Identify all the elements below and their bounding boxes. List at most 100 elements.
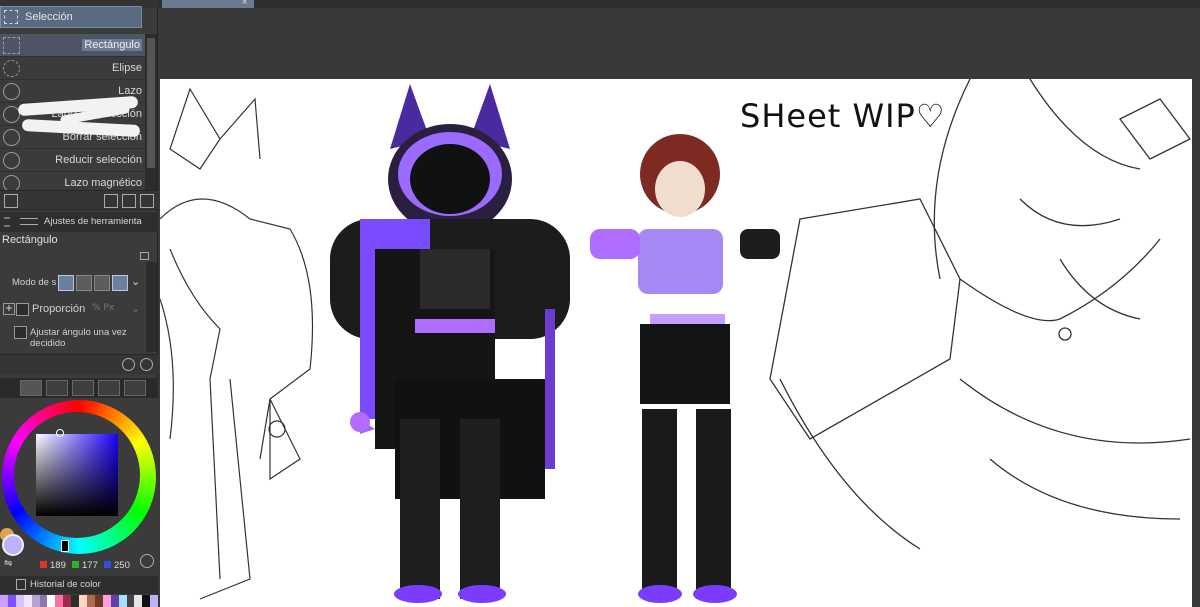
- mode-subtract-selection-button[interactable]: [94, 275, 110, 291]
- subtool-scrollbar[interactable]: [145, 34, 157, 190]
- px-icon: % Px: [92, 303, 115, 313]
- rgb-g-value: 177: [82, 560, 98, 571]
- sv-picker-handle[interactable]: [56, 429, 64, 437]
- selection-mode-label: Modo de s: [12, 277, 57, 288]
- palette-swatch[interactable]: [94, 595, 103, 607]
- rgb-b: 250: [104, 560, 130, 572]
- tool-label: Lazo: [118, 85, 142, 97]
- palette-swatch[interactable]: [31, 595, 40, 607]
- tool-shrink-selection[interactable]: Reducir selección: [0, 149, 145, 172]
- ellipse-selection-icon: [3, 60, 20, 77]
- tool-label: Reducir selección: [55, 154, 142, 166]
- swap-colors-icon[interactable]: ⇋: [4, 558, 12, 569]
- rgb-g: 177: [72, 560, 98, 572]
- proportion-row: + Proporción % Px ⌄: [0, 299, 158, 321]
- rectangle-selection-icon: [3, 37, 20, 54]
- palette-swatch[interactable]: [142, 595, 151, 607]
- main-color-swatch[interactable]: [2, 534, 24, 556]
- color-history-title: Historial de color: [30, 579, 101, 590]
- artwork: [160, 79, 1191, 603]
- trash-icon[interactable]: [140, 194, 154, 208]
- saturation-value-square[interactable]: [36, 434, 118, 516]
- angle-row: Ajustar ángulo una vez decidido: [0, 322, 158, 349]
- palette-swatch[interactable]: [63, 595, 72, 607]
- sheet-title-lettering: SHeet WIP♡: [740, 97, 946, 135]
- angle-label: Ajustar ángulo una vez decidido: [30, 327, 127, 349]
- palette-swatch[interactable]: [71, 595, 80, 607]
- rgb-b-value: 250: [114, 560, 130, 571]
- selection-mode-row: Modo de s ⌄: [0, 272, 158, 294]
- erase-selection-icon: [3, 129, 20, 146]
- right-sketch-figure: [769, 79, 1191, 550]
- proportion-label: Proporción: [32, 303, 86, 315]
- tool-label: Elipse: [112, 62, 142, 74]
- figure-redhead: [590, 134, 780, 603]
- hue-picker-handle[interactable]: [61, 540, 69, 552]
- color-history-header: Historial de color: [0, 576, 158, 594]
- tab-color-wheel[interactable]: [20, 380, 42, 396]
- tool-ellipse[interactable]: Elipse: [0, 57, 145, 80]
- tool-property-footer: [0, 354, 158, 374]
- scrollbar-thumb[interactable]: [147, 38, 155, 168]
- expand-icon[interactable]: +: [3, 303, 15, 315]
- check-icon[interactable]: [4, 194, 18, 208]
- color-wheel-panel: 189 177 250 ⇋: [0, 398, 158, 576]
- palette-swatch[interactable]: [0, 595, 8, 607]
- proportion-checkbox[interactable]: [16, 303, 29, 316]
- subtool-group-selection[interactable]: Selección: [0, 6, 142, 28]
- angle-checkbox[interactable]: [14, 326, 27, 339]
- tool-property-name: Rectángulo: [2, 234, 58, 246]
- tab-intermediate-color[interactable]: [98, 380, 120, 396]
- palette-swatch[interactable]: [7, 595, 16, 607]
- lock-icon[interactable]: [140, 252, 149, 260]
- palette-swatch[interactable]: [15, 595, 24, 607]
- rgb-r-value: 189: [50, 560, 66, 571]
- palette-swatch[interactable]: [150, 595, 159, 607]
- subtool-actions-bar: [0, 190, 158, 210]
- color-panel-tabs: [0, 378, 158, 398]
- mode-intersect-selection-button[interactable]: [112, 275, 128, 291]
- palette-swatch[interactable]: [39, 595, 48, 607]
- drawing-canvas[interactable]: SHeet WIP♡: [160, 79, 1192, 607]
- tool-rectangle[interactable]: Rectángulo: [0, 34, 145, 57]
- tab-approximate-color[interactable]: [124, 380, 146, 396]
- wrench-icon[interactable]: [122, 358, 135, 371]
- left-panel: Selección Rectángulo Elipse Lazo Lápiz d…: [0, 0, 159, 607]
- app-window: Selección Rectángulo Elipse Lazo Lápiz d…: [0, 0, 1200, 607]
- tool-label: Lazo magnético: [64, 177, 142, 189]
- duplicate-icon[interactable]: [122, 194, 136, 208]
- settings-icon[interactable]: [140, 358, 153, 371]
- palette-swatch[interactable]: [55, 595, 64, 607]
- tab-color-set[interactable]: [72, 380, 94, 396]
- tool-property-title: Ajustes de herramienta: [44, 216, 142, 227]
- palette-swatch[interactable]: [134, 595, 143, 607]
- lasso-icon: [3, 83, 20, 100]
- chevron-down-icon[interactable]: ⌄: [131, 275, 140, 288]
- palette-swatch[interactable]: [23, 595, 32, 607]
- palette-swatch[interactable]: [102, 595, 111, 607]
- chevron-down-icon[interactable]: ⌄: [131, 302, 140, 315]
- selection-icon: [4, 10, 18, 24]
- palette-swatch[interactable]: [47, 595, 56, 607]
- settings-icon: [20, 218, 38, 225]
- figure-hooded: [330, 84, 570, 603]
- palette-swatch[interactable]: [118, 595, 127, 607]
- history-icon: [16, 579, 26, 590]
- close-icon[interactable]: ×: [241, 0, 248, 6]
- shrink-selection-icon: [3, 152, 20, 169]
- mode-new-selection-button[interactable]: [58, 275, 74, 291]
- palette-swatch[interactable]: [110, 595, 119, 607]
- palette-swatch[interactable]: [79, 595, 87, 607]
- grip-icon[interactable]: [4, 217, 10, 227]
- mode-add-selection-button[interactable]: [76, 275, 92, 291]
- color-mode-icon[interactable]: [140, 554, 154, 568]
- tool-label: Rectángulo: [82, 39, 142, 51]
- tool-property-header: Ajustes de herramienta: [0, 212, 158, 232]
- tab-color-slider[interactable]: [46, 380, 68, 396]
- import-icon[interactable]: [104, 194, 118, 208]
- palette-swatch[interactable]: [126, 595, 135, 607]
- palette-swatch[interactable]: [86, 595, 95, 607]
- canvas-tab[interactable]: ×: [162, 0, 254, 8]
- tool-property-scrollbar[interactable]: [146, 262, 157, 352]
- color-history-palette: [0, 595, 159, 607]
